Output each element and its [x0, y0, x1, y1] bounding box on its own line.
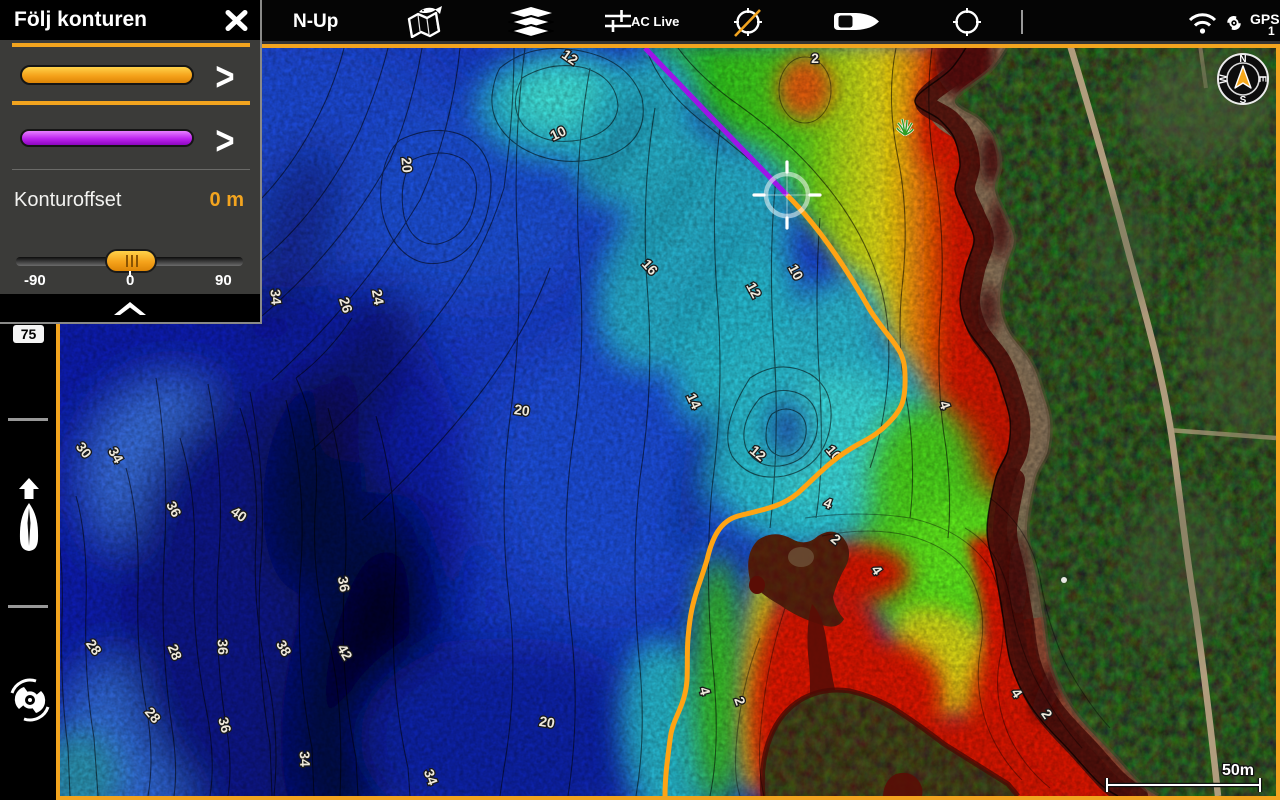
svg-text:N: N [1239, 54, 1246, 65]
svg-text:36: 36 [335, 575, 353, 593]
svg-text:24: 24 [369, 288, 387, 306]
svg-text:E: E [1257, 76, 1268, 83]
svg-text:20: 20 [513, 401, 531, 419]
svg-text:50m: 50m [1222, 762, 1254, 779]
svg-text:2: 2 [811, 50, 819, 66]
svg-text:S: S [1240, 95, 1247, 106]
svg-text:34: 34 [267, 289, 284, 306]
svg-text:36: 36 [215, 639, 232, 655]
svg-text:20: 20 [398, 157, 415, 174]
svg-text:34: 34 [297, 751, 314, 767]
svg-text:20: 20 [538, 713, 556, 731]
svg-text:W: W [1219, 74, 1230, 84]
